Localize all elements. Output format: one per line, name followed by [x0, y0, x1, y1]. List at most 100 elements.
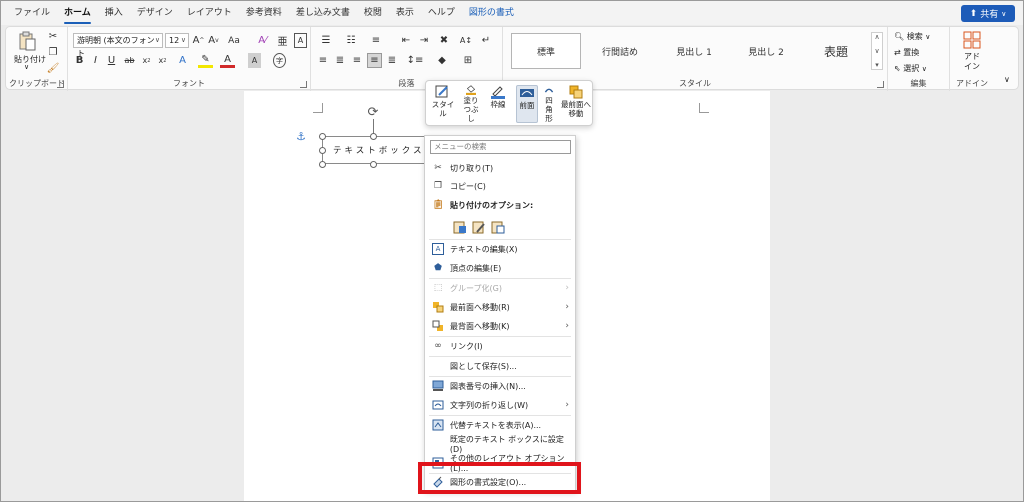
tab-shape-format[interactable]: 図形の書式 — [462, 1, 521, 25]
character-shading-icon[interactable]: A — [248, 53, 261, 68]
tab-mailings[interactable]: 差し込み文書 — [289, 1, 357, 25]
menu-item-cut[interactable]: ✂ 切り取り(T) — [425, 159, 575, 177]
mini-style-button[interactable]: スタイル — [430, 85, 456, 123]
cut-icon[interactable]: ✂ — [46, 29, 60, 43]
copy-icon[interactable]: ❐ — [46, 45, 60, 59]
distributed-icon[interactable]: ≣ — [385, 53, 399, 68]
enclose-character-icon[interactable]: 字 — [273, 53, 286, 68]
tab-references[interactable]: 参考資料 — [239, 1, 289, 25]
more-icon[interactable]: ▾ — [875, 61, 879, 69]
shading-icon[interactable]: ◆ — [433, 53, 451, 68]
tab-help[interactable]: ヘルプ — [421, 1, 462, 25]
numbering-icon[interactable]: ☷ — [341, 33, 361, 48]
menu-item-bring-front[interactable]: 最前面へ移動(R) › — [425, 298, 575, 316]
line-spacing-icon[interactable]: ↕≡ — [406, 53, 424, 68]
paste-picture-icon[interactable] — [491, 220, 505, 234]
tab-insert[interactable]: 挿入 — [98, 1, 130, 25]
resize-handle-top-left[interactable] — [319, 133, 326, 140]
paste-icon[interactable] — [16, 30, 38, 52]
tab-view[interactable]: 表示 — [389, 1, 421, 25]
shrink-font-icon[interactable]: Av — [207, 33, 220, 48]
clear-formatting-icon[interactable]: A⁄ — [256, 33, 269, 48]
highlight-icon[interactable]: ✎ — [198, 53, 213, 68]
collapse-ribbon-icon[interactable]: ∨ — [1004, 75, 1010, 84]
share-button[interactable]: ⬆ 共有 ∨ — [961, 5, 1015, 22]
rotate-handle-icon[interactable]: ⟳ — [365, 104, 381, 120]
chevron-down-icon[interactable]: ∨ — [24, 63, 29, 71]
asian-layout-icon[interactable]: ✖ — [437, 33, 451, 48]
menu-item-set-default[interactable]: 既定のテキスト ボックスに設定(D) — [425, 435, 575, 454]
underline-icon[interactable]: U — [105, 53, 118, 68]
change-case-button[interactable]: Aa — [224, 33, 244, 48]
tab-review[interactable]: 校閲 — [357, 1, 389, 25]
character-border-icon[interactable]: A — [294, 33, 307, 48]
menu-item-group[interactable]: ⬚ グループ化(G) › — [425, 279, 575, 297]
resize-handle-left[interactable] — [319, 147, 326, 154]
font-launcher-icon[interactable] — [300, 81, 307, 88]
styles-launcher-icon[interactable] — [877, 81, 884, 88]
style-title[interactable]: 表題 — [801, 33, 871, 69]
subscript-icon[interactable]: x2 — [140, 53, 153, 68]
menu-item-copy[interactable]: ❐ コピー(C) — [425, 177, 575, 195]
strikethrough-icon[interactable]: ab — [123, 53, 136, 68]
paste-keep-source-icon[interactable] — [453, 220, 467, 234]
increase-indent-icon[interactable]: ⇥ — [417, 33, 431, 48]
bold-icon[interactable]: B — [73, 53, 86, 68]
resize-handle-bottom-left[interactable] — [319, 161, 326, 168]
tab-design[interactable]: デザイン — [130, 1, 180, 25]
menu-item-link[interactable]: ∞ リンク(I) — [425, 337, 575, 355]
addin-icon[interactable] — [962, 31, 982, 49]
menu-item-send-back[interactable]: 最背面へ移動(K) › — [425, 317, 575, 335]
styles-scroll[interactable]: ∧ ∨ ▾ — [871, 32, 883, 70]
menu-item-edit-text[interactable]: A テキストの編集(X) — [425, 240, 575, 258]
style-normal[interactable]: 標準 — [511, 33, 581, 69]
tab-file[interactable]: ファイル — [7, 1, 57, 25]
show-formatting-icon[interactable]: ↵ — [479, 33, 493, 48]
menu-item-edit-points[interactable]: ⬟ 頂点の編集(E) — [425, 259, 575, 277]
clipboard-launcher-icon[interactable] — [57, 81, 64, 88]
menu-item-insert-caption[interactable]: 図表番号の挿入(N)... — [425, 377, 575, 395]
text-effects-icon[interactable]: A — [176, 53, 189, 68]
addin-label-2[interactable]: イン — [964, 61, 980, 72]
style-heading-2[interactable]: 見出し 2 — [731, 33, 801, 69]
borders-icon[interactable]: ⊞ — [459, 53, 477, 68]
multilevel-list-icon[interactable]: ≡ — [366, 33, 386, 48]
grow-font-icon[interactable]: A ^ — [192, 33, 205, 48]
paste-merge-icon[interactable] — [472, 220, 486, 234]
menu-search-input[interactable]: メニューの検索 — [430, 140, 571, 154]
phonetic-guide-icon[interactable]: 亜 — [276, 33, 289, 48]
sort-icon[interactable]: A↕ — [459, 33, 473, 48]
mini-fill-button[interactable]: 塗りつぶし — [458, 85, 484, 123]
italic-icon[interactable]: I — [89, 53, 102, 68]
align-right-icon[interactable]: ≡ — [350, 53, 364, 68]
format-painter-icon[interactable]: 🖌 — [46, 61, 60, 75]
menu-item-alt-text[interactable]: 代替テキストを表示(A)... — [425, 416, 575, 434]
style-heading-1[interactable]: 見出し 1 — [659, 33, 729, 69]
paste-label[interactable]: 貼り付け — [14, 54, 46, 65]
selected-textbox[interactable]: テキストボックス — [322, 136, 426, 164]
replace-button[interactable]: ⇄ 置換 — [894, 47, 919, 58]
resize-handle-top[interactable] — [370, 133, 377, 140]
justify-icon[interactable]: ≡ — [367, 53, 382, 68]
mini-front-button[interactable]: 前面 — [516, 85, 538, 123]
bullets-icon[interactable]: ☰ — [316, 33, 336, 48]
font-name-select[interactable]: 游明朝 (本文のフォント ∨ — [73, 33, 163, 58]
font-color-icon[interactable]: A — [220, 53, 235, 68]
tab-layout[interactable]: レイアウト — [180, 1, 239, 25]
font-size-select[interactable]: 12 ∨ — [165, 33, 189, 48]
menu-item-save-as-picture[interactable]: 図として保存(S)... — [425, 357, 575, 375]
select-button[interactable]: ⇖ 選択 ∨ — [894, 63, 927, 74]
menu-item-wrap-text[interactable]: 文字列の折り返し(W) › — [425, 396, 575, 414]
anchor-icon[interactable]: ⚓ — [295, 129, 307, 143]
align-left-icon[interactable]: ≡ — [316, 53, 330, 68]
chevron-down-icon[interactable]: ∨ — [874, 47, 879, 55]
superscript-icon[interactable]: x2 — [156, 53, 169, 68]
mini-bring-front-button[interactable]: 最前面へ移動 — [560, 85, 592, 123]
align-center-icon[interactable]: ≣ — [333, 53, 347, 68]
mini-outline-button[interactable]: 枠線 — [486, 85, 510, 123]
tab-home[interactable]: ホーム — [57, 1, 98, 25]
mini-square-button[interactable]: 四角形 — [539, 85, 559, 123]
resize-handle-bottom[interactable] — [370, 161, 377, 168]
chevron-up-icon[interactable]: ∧ — [874, 33, 879, 41]
decrease-indent-icon[interactable]: ⇤ — [399, 33, 413, 48]
